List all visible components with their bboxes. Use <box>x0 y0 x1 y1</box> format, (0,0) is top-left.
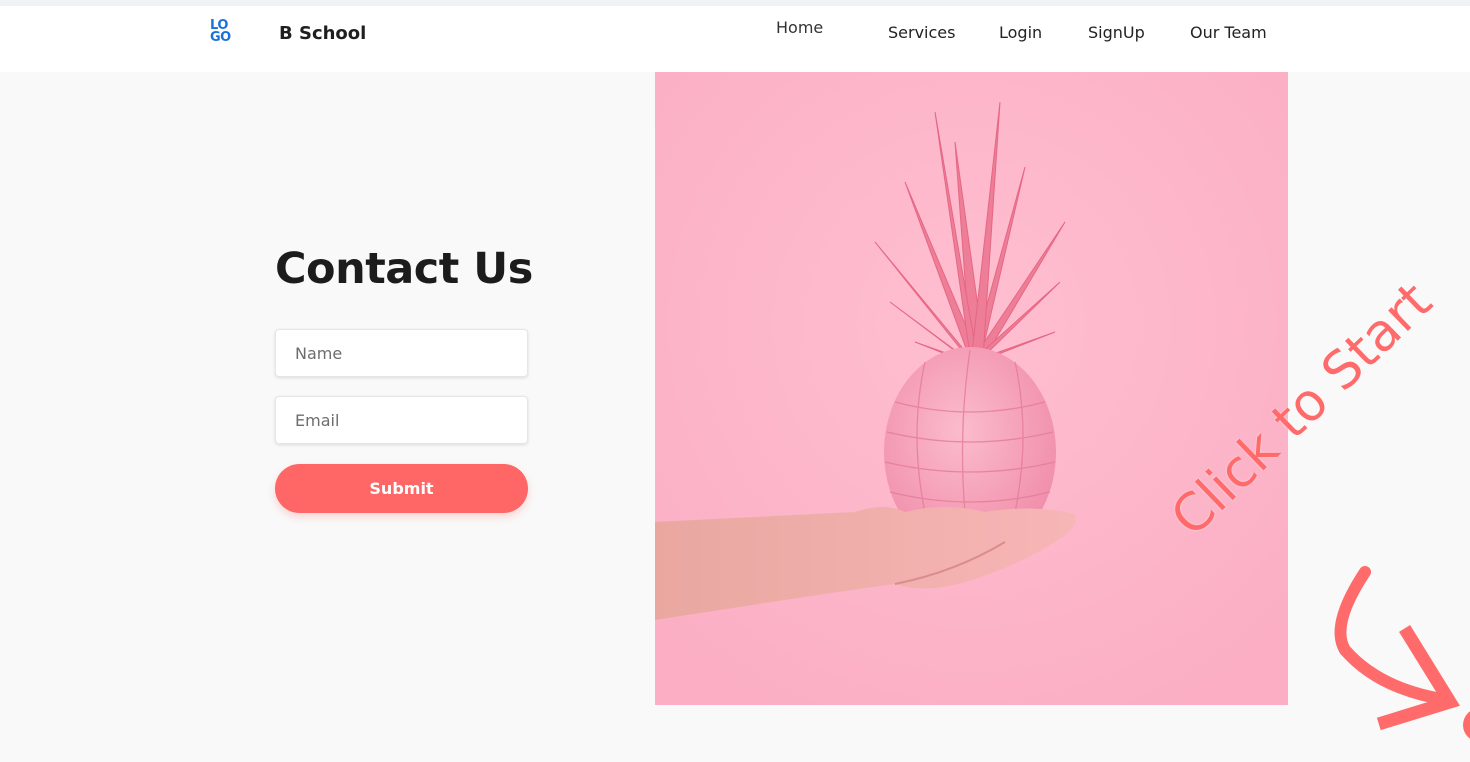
name-input[interactable] <box>275 329 528 377</box>
submit-button[interactable]: Submit <box>275 464 528 513</box>
logo-icon[interactable]: LO GO <box>210 19 240 50</box>
pineapple-illustration <box>655 72 1288 705</box>
page-title: Contact Us <box>275 244 533 294</box>
email-input[interactable] <box>275 396 528 444</box>
navbar: LO GO B School Home Services Login SignU… <box>0 6 1470 72</box>
nav-link-login[interactable]: Login <box>999 23 1042 42</box>
logo-text-bottom: GO <box>210 30 231 45</box>
nav-link-home[interactable]: Home <box>776 18 823 37</box>
pineapple-image <box>655 72 1288 705</box>
nav-link-signup[interactable]: SignUp <box>1088 23 1145 42</box>
brand-name[interactable]: B School <box>279 23 366 44</box>
nav-link-our-team[interactable]: Our Team <box>1190 23 1267 42</box>
nav-link-services[interactable]: Services <box>888 23 955 42</box>
